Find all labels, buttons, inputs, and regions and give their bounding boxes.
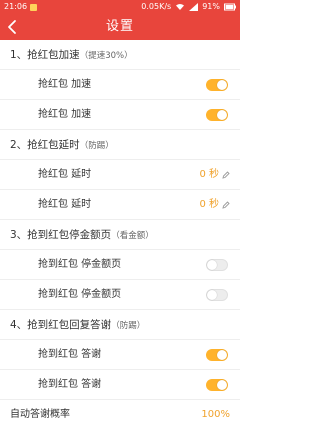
delay-value[interactable]: 0 秒 — [199, 160, 230, 190]
toggle-knob — [217, 110, 227, 120]
toggle-knob — [207, 290, 217, 300]
thanks-probability-value[interactable]: 100% — [201, 400, 230, 430]
setting-row[interactable]: 抢红包 延时 0 秒 — [0, 160, 240, 190]
setting-label: 抢到红包 停金额页 — [38, 259, 122, 270]
setting-row: 抢到红包 停金额页 — [0, 280, 240, 310]
setting-row: 抢红包 加速 — [0, 70, 240, 100]
status-left: 21:06 — [4, 0, 38, 14]
stop-amount-toggle[interactable] — [206, 289, 228, 301]
setting-label: 抢到红包 答谢 — [38, 379, 102, 390]
speedup-toggle[interactable] — [206, 109, 228, 121]
setting-label: 抢红包 加速 — [38, 79, 92, 90]
section-header-delay: 2、抢红包延时（防踢） — [0, 130, 240, 160]
setting-label: 抢到红包 答谢 — [38, 349, 102, 360]
setting-label: 抢红包 延时 — [38, 199, 92, 210]
toggle-knob — [217, 350, 227, 360]
toggle-knob — [217, 380, 227, 390]
notification-icon — [30, 3, 38, 11]
network-speed: 0.05K/s — [141, 2, 172, 11]
section-note: （看金额） — [111, 231, 154, 241]
pencil-icon — [222, 201, 230, 209]
setting-row: 抢到红包 答谢 — [0, 370, 240, 400]
section-title: 2、抢红包延时 — [10, 139, 80, 151]
section-note: （提速30%） — [79, 51, 133, 61]
thanks-toggle[interactable] — [206, 379, 228, 391]
setting-label: 抢红包 加速 — [38, 109, 92, 120]
battery-text: 91% — [202, 2, 220, 11]
thanks-probability-row[interactable]: 自动答谢概率 100% — [0, 400, 240, 430]
toggle-knob — [217, 80, 227, 90]
delay-value[interactable]: 0 秒 — [199, 190, 230, 220]
thanks-toggle[interactable] — [206, 349, 228, 361]
setting-row: 抢到红包 停金额页 — [0, 250, 240, 280]
section-title: 3、抢到红包停金额页 — [10, 229, 112, 241]
pencil-icon — [222, 171, 230, 179]
section-title: 4、抢到红包回复答谢 — [10, 319, 112, 331]
setting-label: 自动答谢概率 — [10, 409, 70, 420]
status-right: 0.05K/s 91% — [141, 0, 236, 14]
status-bar: 21:06 0.05K/s 91% — [0, 0, 240, 14]
speedup-toggle[interactable] — [206, 79, 228, 91]
section-header-stop-on-amount: 3、抢到红包停金额页（看金额） — [0, 220, 240, 250]
status-time: 21:06 — [4, 2, 28, 11]
setting-row: 抢红包 加速 — [0, 100, 240, 130]
section-note: （防踢） — [79, 141, 114, 151]
title-bar: 设置 — [0, 14, 240, 40]
setting-label: 抢红包 延时 — [38, 169, 92, 180]
setting-row[interactable]: 抢红包 延时 0 秒 — [0, 190, 240, 220]
section-note: （防踢） — [111, 321, 146, 331]
section-title: 1、抢红包加速 — [10, 49, 80, 61]
delay-value-text: 0 秒 — [199, 199, 219, 210]
section-header-thanks: 4、抢到红包回复答谢（防踢） — [0, 310, 240, 340]
battery-icon — [224, 3, 236, 11]
toggle-knob — [207, 260, 217, 270]
signal-icon — [189, 3, 199, 11]
page-title: 设置 — [105, 19, 134, 34]
section-header-speedup: 1、抢红包加速（提速30%） — [0, 40, 240, 70]
setting-label: 抢到红包 停金额页 — [38, 289, 122, 300]
settings-list: 1、抢红包加速（提速30%） 抢红包 加速 抢红包 加速 2、抢红包延时（防踢）… — [0, 40, 240, 430]
wifi-icon — [176, 4, 185, 10]
stop-amount-toggle[interactable] — [206, 259, 228, 271]
setting-row: 抢到红包 答谢 — [0, 340, 240, 370]
delay-value-text: 0 秒 — [199, 169, 219, 180]
